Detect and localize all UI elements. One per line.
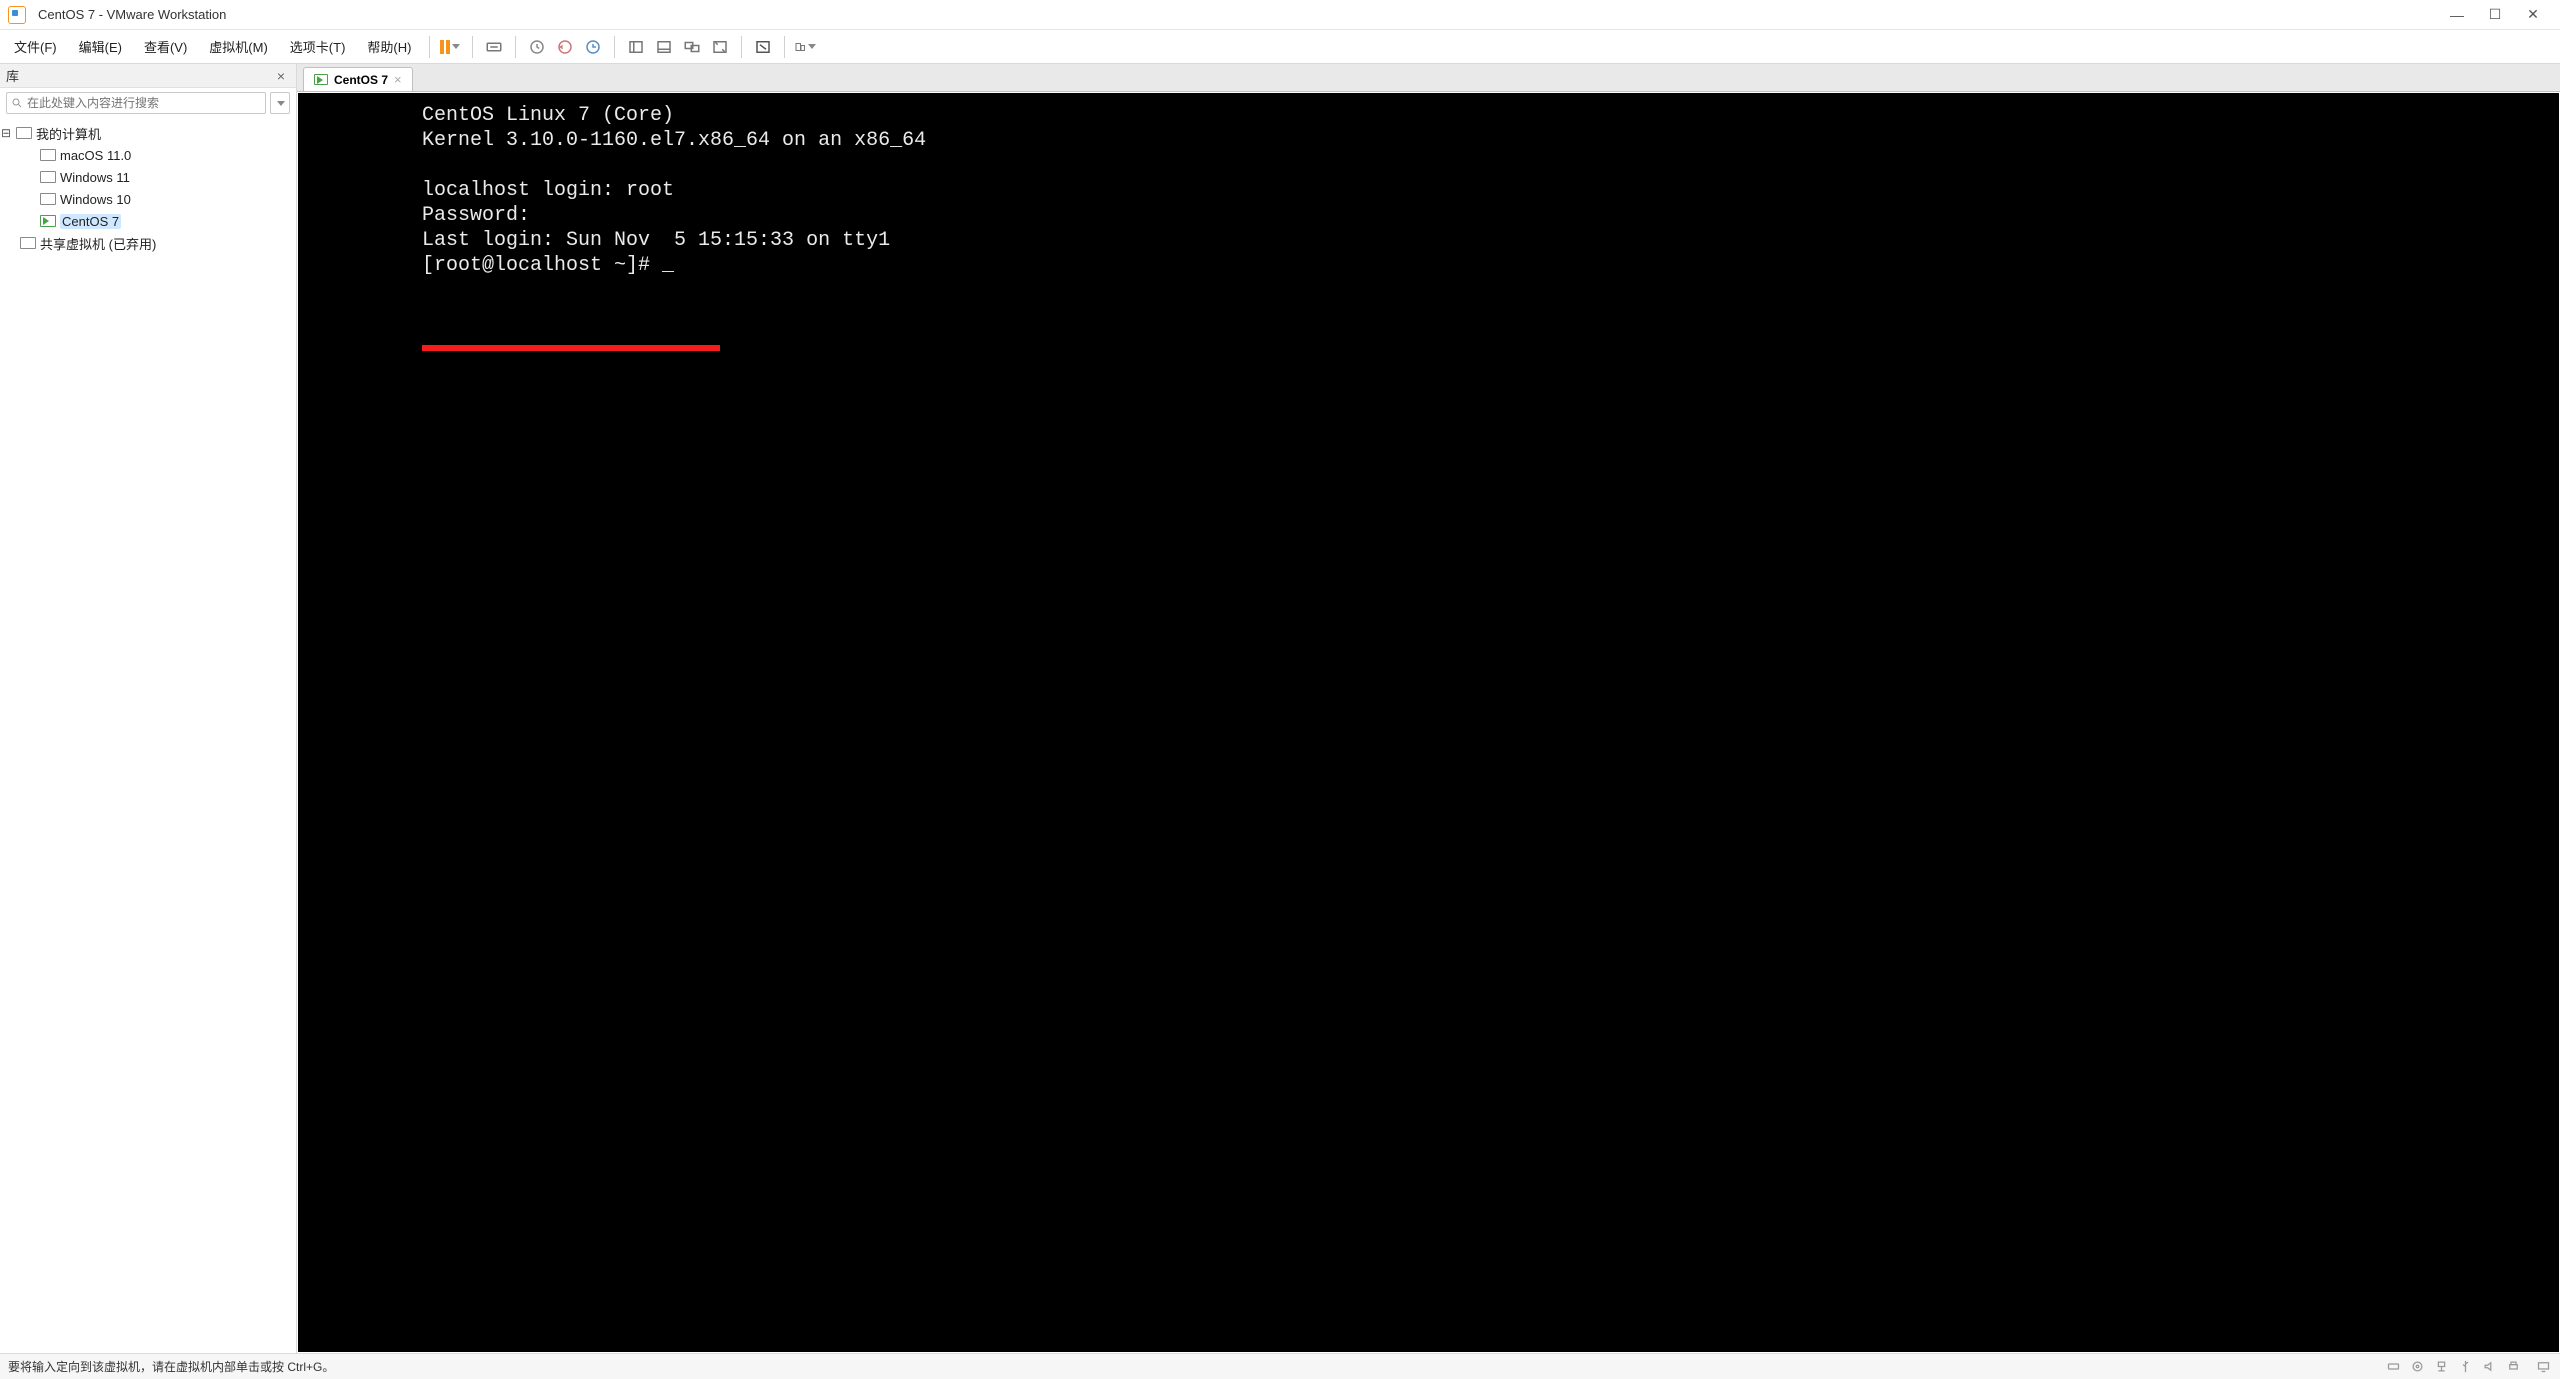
- clock-back-icon: [556, 38, 574, 56]
- tree-root-my-computer[interactable]: ⊟ 我的计算机: [0, 122, 296, 144]
- vm-icon: [40, 193, 56, 205]
- device-sound-icon[interactable]: [2480, 1358, 2498, 1376]
- clock-icon: [528, 38, 546, 56]
- stretch-guest-button[interactable]: [707, 34, 733, 60]
- sidebar-title: 库: [6, 66, 272, 85]
- sidebar-library: 库 × ⊟ 我的计算机 macOS 11.0: [0, 64, 297, 1353]
- vm-label: Windows 11: [60, 170, 130, 185]
- tab-close-button[interactable]: ×: [394, 72, 402, 87]
- vm-label: macOS 11.0: [60, 148, 131, 163]
- tree-root-label: 我的计算机: [36, 124, 101, 143]
- device-network-icon[interactable]: [2432, 1358, 2450, 1376]
- menu-file[interactable]: 文件(F): [4, 33, 67, 60]
- menu-vm[interactable]: 虚拟机(M): [199, 33, 278, 60]
- snapshot-manager-button[interactable]: [580, 34, 606, 60]
- clock-manage-icon: [584, 38, 602, 56]
- vm-icon: [40, 171, 56, 183]
- device-usb-icon[interactable]: [2456, 1358, 2474, 1376]
- vm-label: Windows 10: [60, 192, 131, 207]
- sidebar-search: [0, 88, 296, 118]
- snapshot-button[interactable]: [524, 34, 550, 60]
- vm-running-icon: [314, 74, 328, 85]
- close-button[interactable]: ✕: [2514, 3, 2552, 27]
- maximize-button[interactable]: ☐: [2476, 3, 2514, 27]
- fullscreen-icon: [754, 38, 772, 56]
- tree-vm-win10[interactable]: Windows 10: [0, 188, 296, 210]
- guest-console[interactable]: CentOS Linux 7 (Core) Kernel 3.10.0-1160…: [298, 93, 2559, 1352]
- search-input-wrap[interactable]: [6, 92, 266, 114]
- menu-view[interactable]: 查看(V): [134, 33, 197, 60]
- keyboard-icon: [485, 38, 503, 56]
- layout-sidebar-icon: [627, 38, 645, 56]
- tree-shared-vms[interactable]: 共享虚拟机 (已弃用): [0, 232, 296, 254]
- search-input[interactable]: [27, 96, 261, 110]
- tab-label: CentOS 7: [334, 73, 388, 87]
- vm-tree: ⊟ 我的计算机 macOS 11.0 Windows 11 Windows 10: [0, 118, 296, 1353]
- computer-icon: [16, 127, 32, 139]
- sidebar-header: 库 ×: [0, 64, 296, 88]
- revert-snapshot-button[interactable]: [552, 34, 578, 60]
- sidebar-close-button[interactable]: ×: [272, 68, 290, 84]
- layout-bottom-icon: [655, 38, 673, 56]
- device-cd-icon[interactable]: [2408, 1358, 2426, 1376]
- monitors-icon: [683, 38, 701, 56]
- tab-centos7[interactable]: CentOS 7 ×: [303, 67, 413, 91]
- unity-icon: [794, 38, 806, 56]
- search-filter-button[interactable]: [270, 92, 290, 114]
- pause-icon: [440, 40, 450, 54]
- tree-vm-win11[interactable]: Windows 11: [0, 166, 296, 188]
- vm-icon: [40, 149, 56, 161]
- minimize-button[interactable]: —: [2438, 3, 2476, 27]
- enter-fullscreen-button[interactable]: [750, 34, 776, 60]
- menu-help[interactable]: 帮助(H): [357, 33, 421, 60]
- show-library-button[interactable]: [623, 34, 649, 60]
- multi-monitor-button[interactable]: [679, 34, 705, 60]
- pause-vm-button[interactable]: [438, 34, 464, 60]
- content-area: CentOS 7 × CentOS Linux 7 (Core) Kernel …: [297, 64, 2560, 1353]
- client-area: 库 × ⊟ 我的计算机 macOS 11.0: [0, 64, 2560, 1353]
- unity-mode-button[interactable]: [793, 34, 819, 60]
- search-icon: [11, 97, 23, 109]
- tree-vm-macos[interactable]: macOS 11.0: [0, 144, 296, 166]
- shared-label: 共享虚拟机 (已弃用): [40, 234, 156, 253]
- collapse-icon[interactable]: ⊟: [0, 126, 12, 140]
- device-harddisk-icon[interactable]: [2384, 1358, 2402, 1376]
- vm-label: CentOS 7: [60, 214, 121, 229]
- vm-running-icon: [40, 215, 56, 227]
- statusbar: 要将输入定向到该虚拟机，请在虚拟机内部单击或按 Ctrl+G。: [0, 1353, 2560, 1379]
- shared-icon: [20, 237, 36, 249]
- tabbar: CentOS 7 ×: [297, 64, 2560, 92]
- device-printer-icon[interactable]: [2504, 1358, 2522, 1376]
- device-display-icon[interactable]: [2534, 1358, 2552, 1376]
- send-ctrl-alt-del-button[interactable]: [481, 34, 507, 60]
- status-text: 要将输入定向到该虚拟机，请在虚拟机内部单击或按 Ctrl+G。: [8, 1358, 334, 1375]
- tree-vm-centos7[interactable]: CentOS 7: [0, 210, 296, 232]
- stretch-icon: [711, 38, 729, 56]
- menu-edit[interactable]: 编辑(E): [69, 33, 132, 60]
- app-icon: [8, 6, 26, 24]
- menubar: 文件(F) 编辑(E) 查看(V) 虚拟机(M) 选项卡(T) 帮助(H): [0, 30, 2560, 64]
- window-title: CentOS 7 - VMware Workstation: [38, 7, 226, 22]
- menu-tabs[interactable]: 选项卡(T): [280, 33, 356, 60]
- titlebar: CentOS 7 - VMware Workstation — ☐ ✕: [0, 0, 2560, 30]
- show-thumbnail-button[interactable]: [651, 34, 677, 60]
- console-container: CentOS Linux 7 (Core) Kernel 3.10.0-1160…: [297, 92, 2560, 1353]
